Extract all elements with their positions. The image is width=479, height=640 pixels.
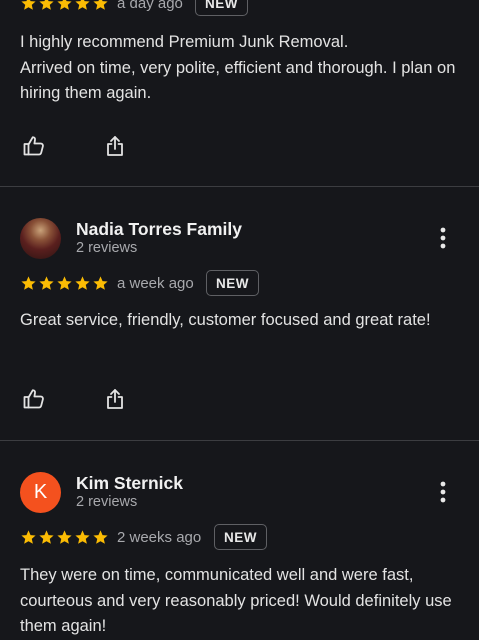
star-icon [21,530,36,544]
review-count: 2 reviews [76,494,138,510]
reviewer-name[interactable]: Nadia Torres Family [76,219,242,240]
review-text: Great service, friendly, customer focuse… [20,311,431,329]
more-vertical-icon [440,227,446,249]
star-icon [57,276,72,290]
review-text: I highly recommend Premium Junk Removal.… [20,33,456,102]
more-vertical-icon [440,481,446,503]
review-date: 2 weeks ago [117,529,202,546]
review-date: a day ago [117,0,183,12]
like-button[interactable] [21,386,47,412]
star-icon [75,530,90,544]
share-button[interactable] [102,133,128,159]
star-icon [21,0,36,10]
avatar[interactable] [20,218,61,259]
star-rating [20,529,109,546]
avatar[interactable]: K [20,472,61,513]
share-button[interactable] [102,386,128,412]
new-badge: NEW [206,270,259,296]
star-icon [93,530,108,544]
star-icon [57,530,72,544]
star-icon [93,276,108,290]
share-icon [107,136,123,156]
review-card: Nadia Torres Family 2 reviews a week ago… [0,187,479,440]
reviewer-name[interactable]: Kim Sternick [76,473,183,494]
star-icon [57,0,72,10]
thumbs-up-icon [23,136,44,156]
review-text: They were on time, communicated well and… [20,566,452,635]
review-card: K Kim Sternick 2 reviews 2 weeks ago NEW… [0,441,479,638]
review-card: a day ago NEW I highly recommend Premium… [0,0,479,186]
star-icon [39,530,54,544]
star-icon [93,0,108,10]
more-options-button[interactable] [432,225,454,251]
review-date: a week ago [117,275,194,292]
star-icon [39,276,54,290]
star-icon [21,276,36,290]
new-badge: NEW [214,524,267,550]
like-button[interactable] [21,133,47,159]
star-rating [20,275,109,292]
more-options-button[interactable] [432,479,454,505]
star-icon [75,0,90,10]
review-count: 2 reviews [76,240,138,256]
star-rating [20,0,109,12]
share-icon [107,389,123,409]
thumbs-up-icon [23,389,44,409]
new-badge: NEW [195,0,248,16]
star-icon [39,0,54,10]
star-icon [75,276,90,290]
